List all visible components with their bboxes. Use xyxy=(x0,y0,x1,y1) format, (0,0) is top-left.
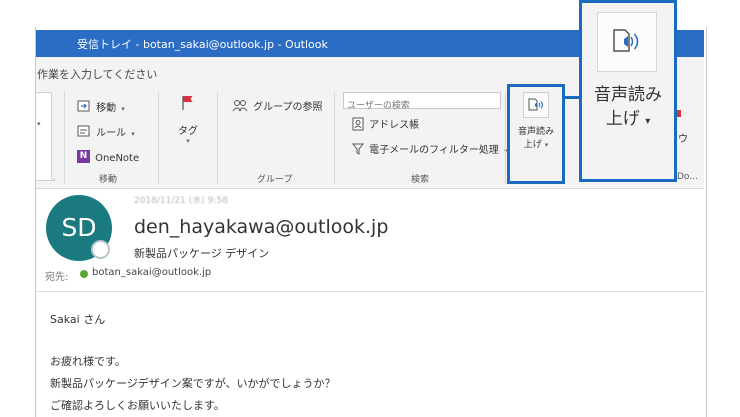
browse-groups-label: グループの参照 xyxy=(253,102,323,113)
groups-icon xyxy=(232,100,248,112)
flag-icon xyxy=(182,96,193,110)
search-people-input[interactable]: ユーザーの検索 xyxy=(343,92,501,111)
body-line: Sakai さん xyxy=(50,313,106,326)
ribbon-separator xyxy=(505,92,506,184)
rules-button[interactable]: ルール ▾ xyxy=(77,121,135,140)
move-icon xyxy=(77,100,90,112)
ribbon-separator xyxy=(158,92,159,184)
onenote-label: OneNote xyxy=(95,153,140,164)
callout-label-line2-text: 上げ xyxy=(605,109,640,129)
to-label: 宛先: xyxy=(45,272,69,283)
ribbon-separator xyxy=(64,92,65,184)
body-line: ご確認よろしくお願いいたします。 xyxy=(50,399,225,412)
tag-label: タグ xyxy=(178,126,198,137)
onenote-button[interactable]: N OneNote xyxy=(77,146,139,165)
rules-label: ルール xyxy=(96,128,127,139)
callout-icon-box xyxy=(597,12,657,72)
recipient-address[interactable]: botan_sakai@outlook.jp xyxy=(92,267,211,278)
ribbon-separator xyxy=(334,92,335,184)
partial-group-label: Do... xyxy=(677,172,698,182)
chevron-down-icon: ▾ xyxy=(186,137,190,145)
move-button[interactable]: 移動 ▾ xyxy=(77,96,125,115)
window-title: 受信トレイ - botan_sakai@outlook.jp - Outlook xyxy=(77,38,328,51)
find-group-label: 検索 xyxy=(411,175,430,185)
ribbon-left-panel xyxy=(36,92,52,181)
partial-flag-icon xyxy=(677,110,681,117)
move-label: 移動 xyxy=(96,103,117,114)
chevron-down-icon: ▾ xyxy=(131,130,135,138)
ribbon-separator xyxy=(217,92,218,184)
sender-address[interactable]: den_hayakawa@outlook.jp xyxy=(134,216,388,238)
dialog-launcher-icon[interactable]: ⌟ xyxy=(52,174,55,182)
message-subject: 新製品パッケージ デザイン xyxy=(134,247,270,260)
filter-icon xyxy=(352,143,364,155)
read-aloud-highlight xyxy=(507,84,565,184)
read-aloud-icon xyxy=(613,29,639,52)
groups-group-label: グループ xyxy=(257,175,293,185)
move-group-label: 移動 xyxy=(99,175,118,185)
callout-label-line2: 上げ ▾ xyxy=(582,104,674,129)
browse-groups-button[interactable]: グループの参照 xyxy=(232,95,323,114)
tag-button[interactable]: タグ ▾ xyxy=(172,94,204,145)
chevron-down-icon: ▾ xyxy=(645,116,651,127)
tell-me-input[interactable]: 作業を入力してください xyxy=(37,66,157,82)
chevron-down-icon[interactable]: ▾ xyxy=(37,120,41,128)
filter-email-label: 電子メールのフィルター処理 xyxy=(369,145,499,156)
header-divider xyxy=(36,291,704,292)
address-book-icon xyxy=(352,117,364,130)
rules-icon xyxy=(77,125,90,137)
callout-label-line1: 音声読み xyxy=(594,85,662,105)
body-line: お疲れ様です。 xyxy=(50,355,126,368)
presence-icon xyxy=(91,240,110,259)
presence-available-icon xyxy=(80,270,88,278)
message-date: 2018/11/21 (水) 9:58 xyxy=(134,196,228,206)
filter-email-button[interactable]: 電子メールのフィルター処理 ▾ xyxy=(352,138,508,157)
partial-ribbon-label: ウ xyxy=(678,134,688,145)
chevron-down-icon: ▾ xyxy=(121,105,125,113)
body-line: 新製品パッケージデザイン案ですが、いかがでしょうか？ xyxy=(50,377,336,390)
address-book-label: アドレス帳 xyxy=(369,120,420,131)
onenote-icon: N xyxy=(77,150,90,163)
search-people-placeholder: ユーザーの検索 xyxy=(347,101,410,111)
address-book-button[interactable]: アドレス帳 xyxy=(352,113,419,132)
